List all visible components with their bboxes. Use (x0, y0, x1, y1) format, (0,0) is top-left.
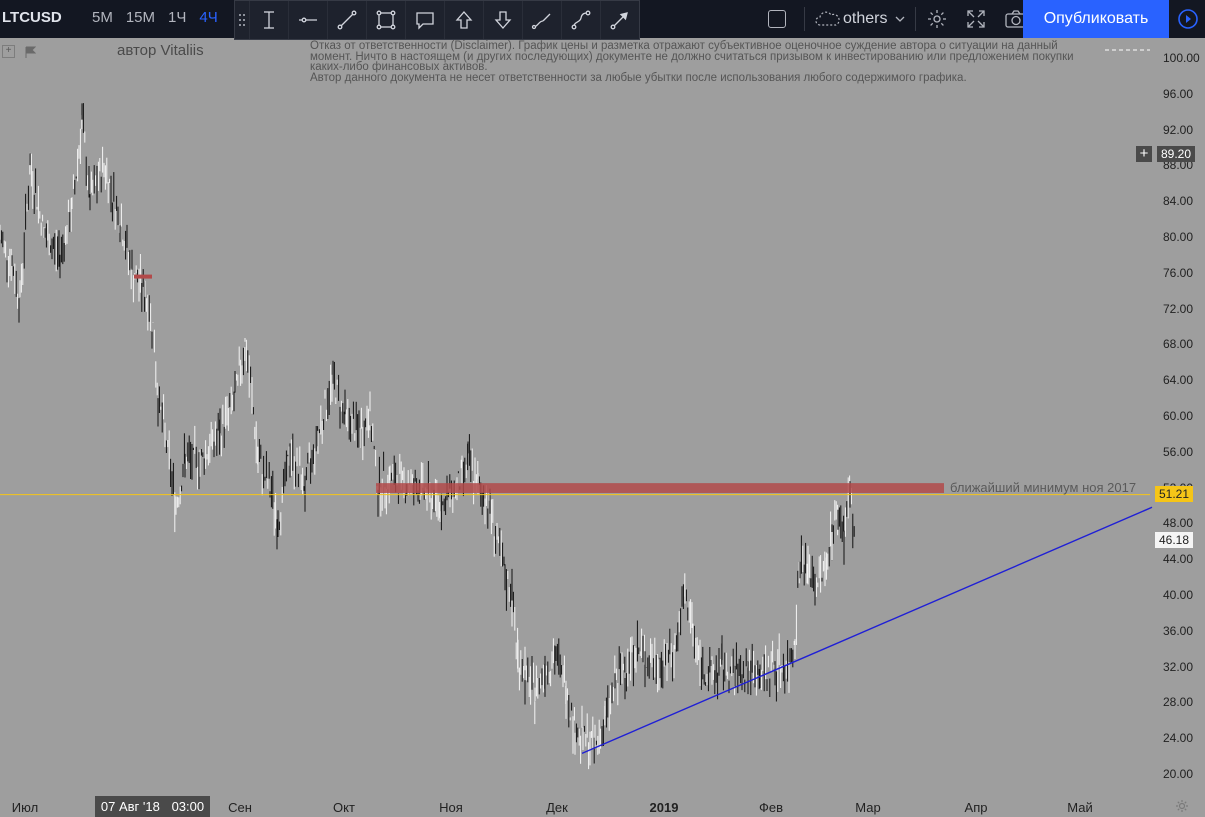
price-tick: 24.00 (1163, 731, 1194, 746)
time-label: 2019 (649, 800, 679, 815)
disclaimer-line: Отказ от ответственности (Disclaimer). Г… (310, 40, 1058, 52)
price-tick: 64.00 (1163, 373, 1194, 388)
zone-label: ближайший минимум ноя 2017 (950, 480, 1137, 495)
price-tick: 20.00 (1163, 767, 1194, 781)
price-tick: 60.00 (1163, 409, 1194, 423)
flag-icon[interactable] (24, 46, 36, 58)
price-tick: 48.00 (1163, 516, 1194, 531)
collapse-legend-button[interactable]: + (2, 45, 15, 58)
support-trendline[interactable] (581, 506, 1153, 755)
price-chart[interactable] (0, 0, 1205, 817)
price-tick: 40.00 (1163, 588, 1194, 602)
price-tick: 32.00 (1163, 659, 1194, 674)
time-label: Апр (964, 800, 988, 815)
price-tick: 84.00 (1163, 194, 1194, 209)
resistance-zone[interactable] (376, 483, 944, 493)
disclaimer-text: Отказ от ответственности (Disclaimer). Г… (310, 41, 1140, 83)
cursor-date: 07 Авг '18 (100, 799, 160, 814)
price-tick: 44.00 (1163, 552, 1194, 567)
chart-author: автор Vitaliis (117, 42, 204, 59)
price-tick: 96.00 (1163, 86, 1194, 101)
price-tick: 36.00 (1163, 623, 1194, 638)
price-tick: 100.00 (1163, 51, 1200, 65)
cursor-time: 03:00 (171, 799, 205, 814)
time-label: Ноя (439, 800, 463, 815)
time-label: Окт (333, 800, 355, 815)
disclaimer-line: Автор данного документа не несет ответст… (310, 71, 967, 84)
disclaimer-line: каких-либо финансовых активов. (310, 61, 488, 73)
cursor-time-label: 07 Авг '18 03:00 (95, 796, 210, 817)
price-tick: 80.00 (1163, 230, 1194, 244)
price-tick: 76.00 (1163, 265, 1194, 280)
time-label: Мар (855, 800, 881, 815)
price-tick: 92.00 (1163, 122, 1194, 137)
crosshair-price-tag: 89.20 (1157, 146, 1196, 162)
time-label: Май (1067, 800, 1093, 815)
add-level-button[interactable]: + (1136, 146, 1152, 162)
axis-settings-icon[interactable] (1175, 799, 1189, 813)
level-price-tag: 51.21 (1155, 486, 1194, 502)
time-label: Фев (758, 800, 784, 815)
time-label: Дек (546, 800, 568, 815)
price-tick: 68.00 (1163, 337, 1194, 352)
candles (0, 103, 855, 770)
current-price-tag: 46.18 (1155, 532, 1194, 548)
time-label: Июл (11, 800, 39, 815)
small-zone-marker[interactable] (134, 274, 152, 279)
price-tick: 56.00 (1163, 444, 1194, 459)
price-tick: 72.00 (1163, 301, 1194, 316)
time-label: Сен (228, 800, 252, 815)
price-tick: 28.00 (1163, 695, 1194, 710)
